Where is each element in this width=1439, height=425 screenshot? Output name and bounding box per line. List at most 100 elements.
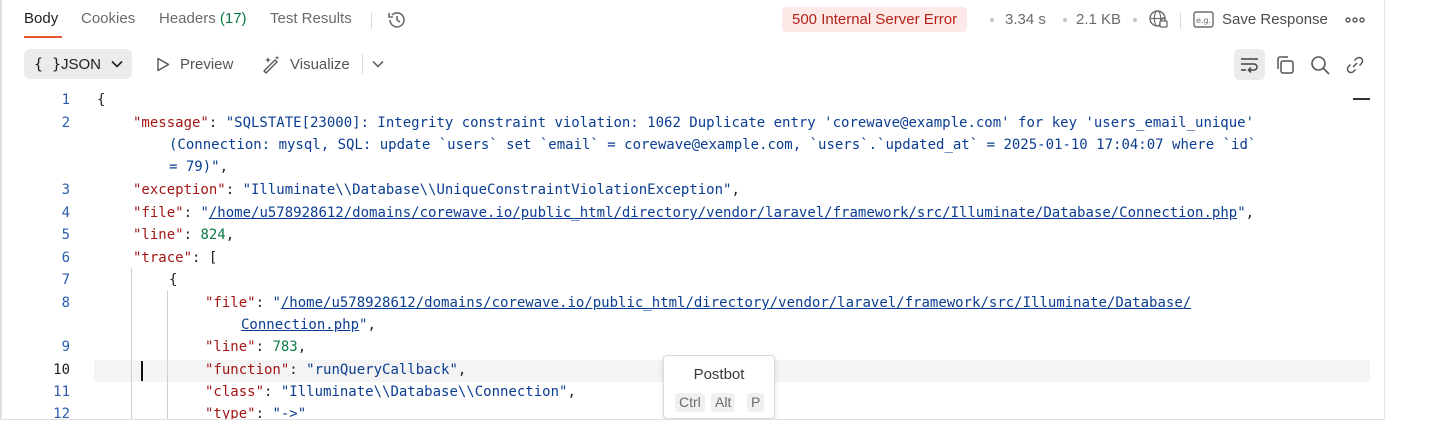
json-key: "line" bbox=[205, 339, 256, 355]
format-select[interactable]: { } JSON bbox=[24, 49, 132, 79]
json-key: "type" bbox=[205, 406, 256, 420]
separator-dot bbox=[990, 18, 994, 22]
preview-button[interactable]: Preview bbox=[180, 56, 233, 73]
json-key: "file" bbox=[133, 205, 184, 221]
tab-headers-label: Headers bbox=[159, 10, 216, 27]
response-size[interactable]: 2.1 KB bbox=[1076, 11, 1121, 28]
wrap-lines-icon bbox=[1241, 58, 1258, 74]
json-punct: : bbox=[255, 339, 273, 355]
json-punct: , bbox=[1245, 205, 1255, 221]
shortcut-key: Alt bbox=[711, 393, 736, 412]
text-caret bbox=[141, 361, 143, 381]
indent-guide bbox=[131, 268, 132, 419]
json-punct: , bbox=[457, 362, 467, 378]
line-number: 2 bbox=[61, 115, 70, 131]
postbot-tooltip[interactable]: Postbot Ctrl Alt P bbox=[663, 355, 775, 419]
json-string: "Illuminate\\Database\\UniqueConstraintV… bbox=[242, 182, 732, 198]
json-punct: : bbox=[225, 182, 243, 198]
json-link[interactable]: Connection.php bbox=[241, 317, 359, 333]
json-key: "class" bbox=[205, 384, 265, 400]
line-number: 5 bbox=[61, 227, 70, 243]
code-line: (Connection: mysql, SQL: update `users` … bbox=[169, 137, 1256, 153]
headers-count: (17) bbox=[219, 10, 247, 27]
code-line: "exception": "Illuminate\\Database\\Uniq… bbox=[133, 182, 740, 198]
response-pane: Body Cookies Headers (17) Test Results 5… bbox=[0, 0, 1385, 420]
json-key: "message" bbox=[133, 115, 209, 131]
play-icon bbox=[157, 57, 170, 72]
code-line: "trace": [ bbox=[133, 250, 217, 266]
scroll-marker bbox=[1353, 98, 1370, 100]
tab-body[interactable]: Body bbox=[24, 10, 58, 27]
history-icon[interactable] bbox=[386, 9, 408, 31]
line-number: 8 bbox=[61, 295, 70, 311]
visualize-icon bbox=[263, 55, 280, 74]
line-number: 11 bbox=[53, 384, 70, 400]
json-number: 783 bbox=[272, 339, 298, 355]
json-punct: , bbox=[567, 384, 576, 400]
line-number: 10 bbox=[53, 362, 70, 378]
json-punct: : bbox=[183, 205, 201, 221]
postbot-title: Postbot bbox=[693, 366, 745, 383]
code-line: "file": "/home/u578928612/domains/corewa… bbox=[133, 205, 1254, 221]
visualize-button[interactable]: Visualize bbox=[290, 56, 350, 73]
json-punct: : [ bbox=[192, 250, 218, 266]
json-link[interactable]: /home/u578928612/domains/corewave.io/pub… bbox=[209, 205, 1237, 221]
save-response-button[interactable]: Save Response bbox=[1222, 11, 1328, 28]
line-number: 4 bbox=[61, 205, 70, 221]
separator-dot bbox=[1133, 18, 1137, 22]
chevron-down-icon bbox=[111, 60, 123, 68]
tab-headers[interactable]: Headers (17) bbox=[159, 10, 247, 27]
wrap-lines-button[interactable] bbox=[1234, 49, 1265, 80]
json-punct: , bbox=[297, 339, 307, 355]
status-badge[interactable]: 500 Internal Server Error bbox=[782, 7, 968, 32]
json-key: "trace" bbox=[133, 250, 193, 266]
json-string: "->" bbox=[272, 406, 307, 420]
json-string: " bbox=[200, 205, 209, 221]
shortcut-key: Ctrl bbox=[675, 393, 705, 412]
line-number: 6 bbox=[61, 250, 70, 266]
json-string: " bbox=[272, 295, 281, 311]
code-line: Connection.php", bbox=[241, 317, 376, 333]
json-punct: : bbox=[255, 295, 273, 311]
link-icon[interactable] bbox=[1344, 54, 1366, 76]
json-key: "exception" bbox=[133, 182, 226, 198]
line-number: 1 bbox=[61, 92, 70, 108]
code-line: "line": 824, bbox=[133, 227, 234, 243]
toolbar-divider bbox=[362, 54, 363, 74]
tab-cookies[interactable]: Cookies bbox=[81, 10, 135, 27]
json-punct: : bbox=[289, 362, 307, 378]
indent-guide bbox=[167, 290, 168, 419]
response-time[interactable]: 3.34 s bbox=[1005, 11, 1046, 28]
json-punct: : bbox=[183, 227, 201, 243]
json-string: "Illuminate\\Database\\Connection" bbox=[280, 384, 568, 400]
json-punct: , bbox=[731, 182, 740, 198]
json-string: (Connection: mysql, SQL: update `users` … bbox=[169, 137, 1257, 153]
tab-test-results[interactable]: Test Results bbox=[270, 10, 352, 27]
json-punct: { bbox=[97, 92, 106, 108]
code-line: "line": 783, bbox=[205, 339, 306, 355]
json-number: 824 bbox=[200, 227, 226, 243]
braces-icon: { } bbox=[34, 55, 62, 73]
tab-divider bbox=[371, 12, 372, 29]
more-dots-icon[interactable] bbox=[1344, 12, 1366, 28]
json-key: "function" bbox=[205, 362, 290, 378]
json-string: = 79)" bbox=[169, 159, 220, 175]
chevron-down-icon[interactable] bbox=[371, 59, 385, 69]
search-icon[interactable] bbox=[1309, 54, 1331, 76]
shortcut-key: P bbox=[747, 393, 765, 412]
code-line: "type": "->" bbox=[205, 406, 307, 420]
format-label: JSON bbox=[61, 56, 102, 73]
code-line: { bbox=[97, 92, 105, 108]
json-punct: : bbox=[264, 384, 281, 400]
json-punct: { bbox=[169, 272, 178, 288]
copy-icon[interactable] bbox=[1274, 54, 1296, 76]
code-line: "message": "SQLSTATE[23000]: Integrity c… bbox=[133, 115, 1254, 131]
code-line: "file": "/home/u578928612/domains/corewa… bbox=[205, 295, 1191, 311]
globe-lock-icon[interactable] bbox=[1148, 9, 1169, 30]
json-punct: : bbox=[255, 406, 273, 420]
line-number: 9 bbox=[61, 339, 70, 355]
response-tabs: Body Cookies Headers (17) Test Results 5… bbox=[2, 0, 1384, 40]
json-link[interactable]: /home/u578928612/domains/corewave.io/pub… bbox=[281, 295, 1191, 311]
meta-divider bbox=[1180, 12, 1181, 29]
example-icon: e.g. bbox=[1193, 11, 1214, 28]
